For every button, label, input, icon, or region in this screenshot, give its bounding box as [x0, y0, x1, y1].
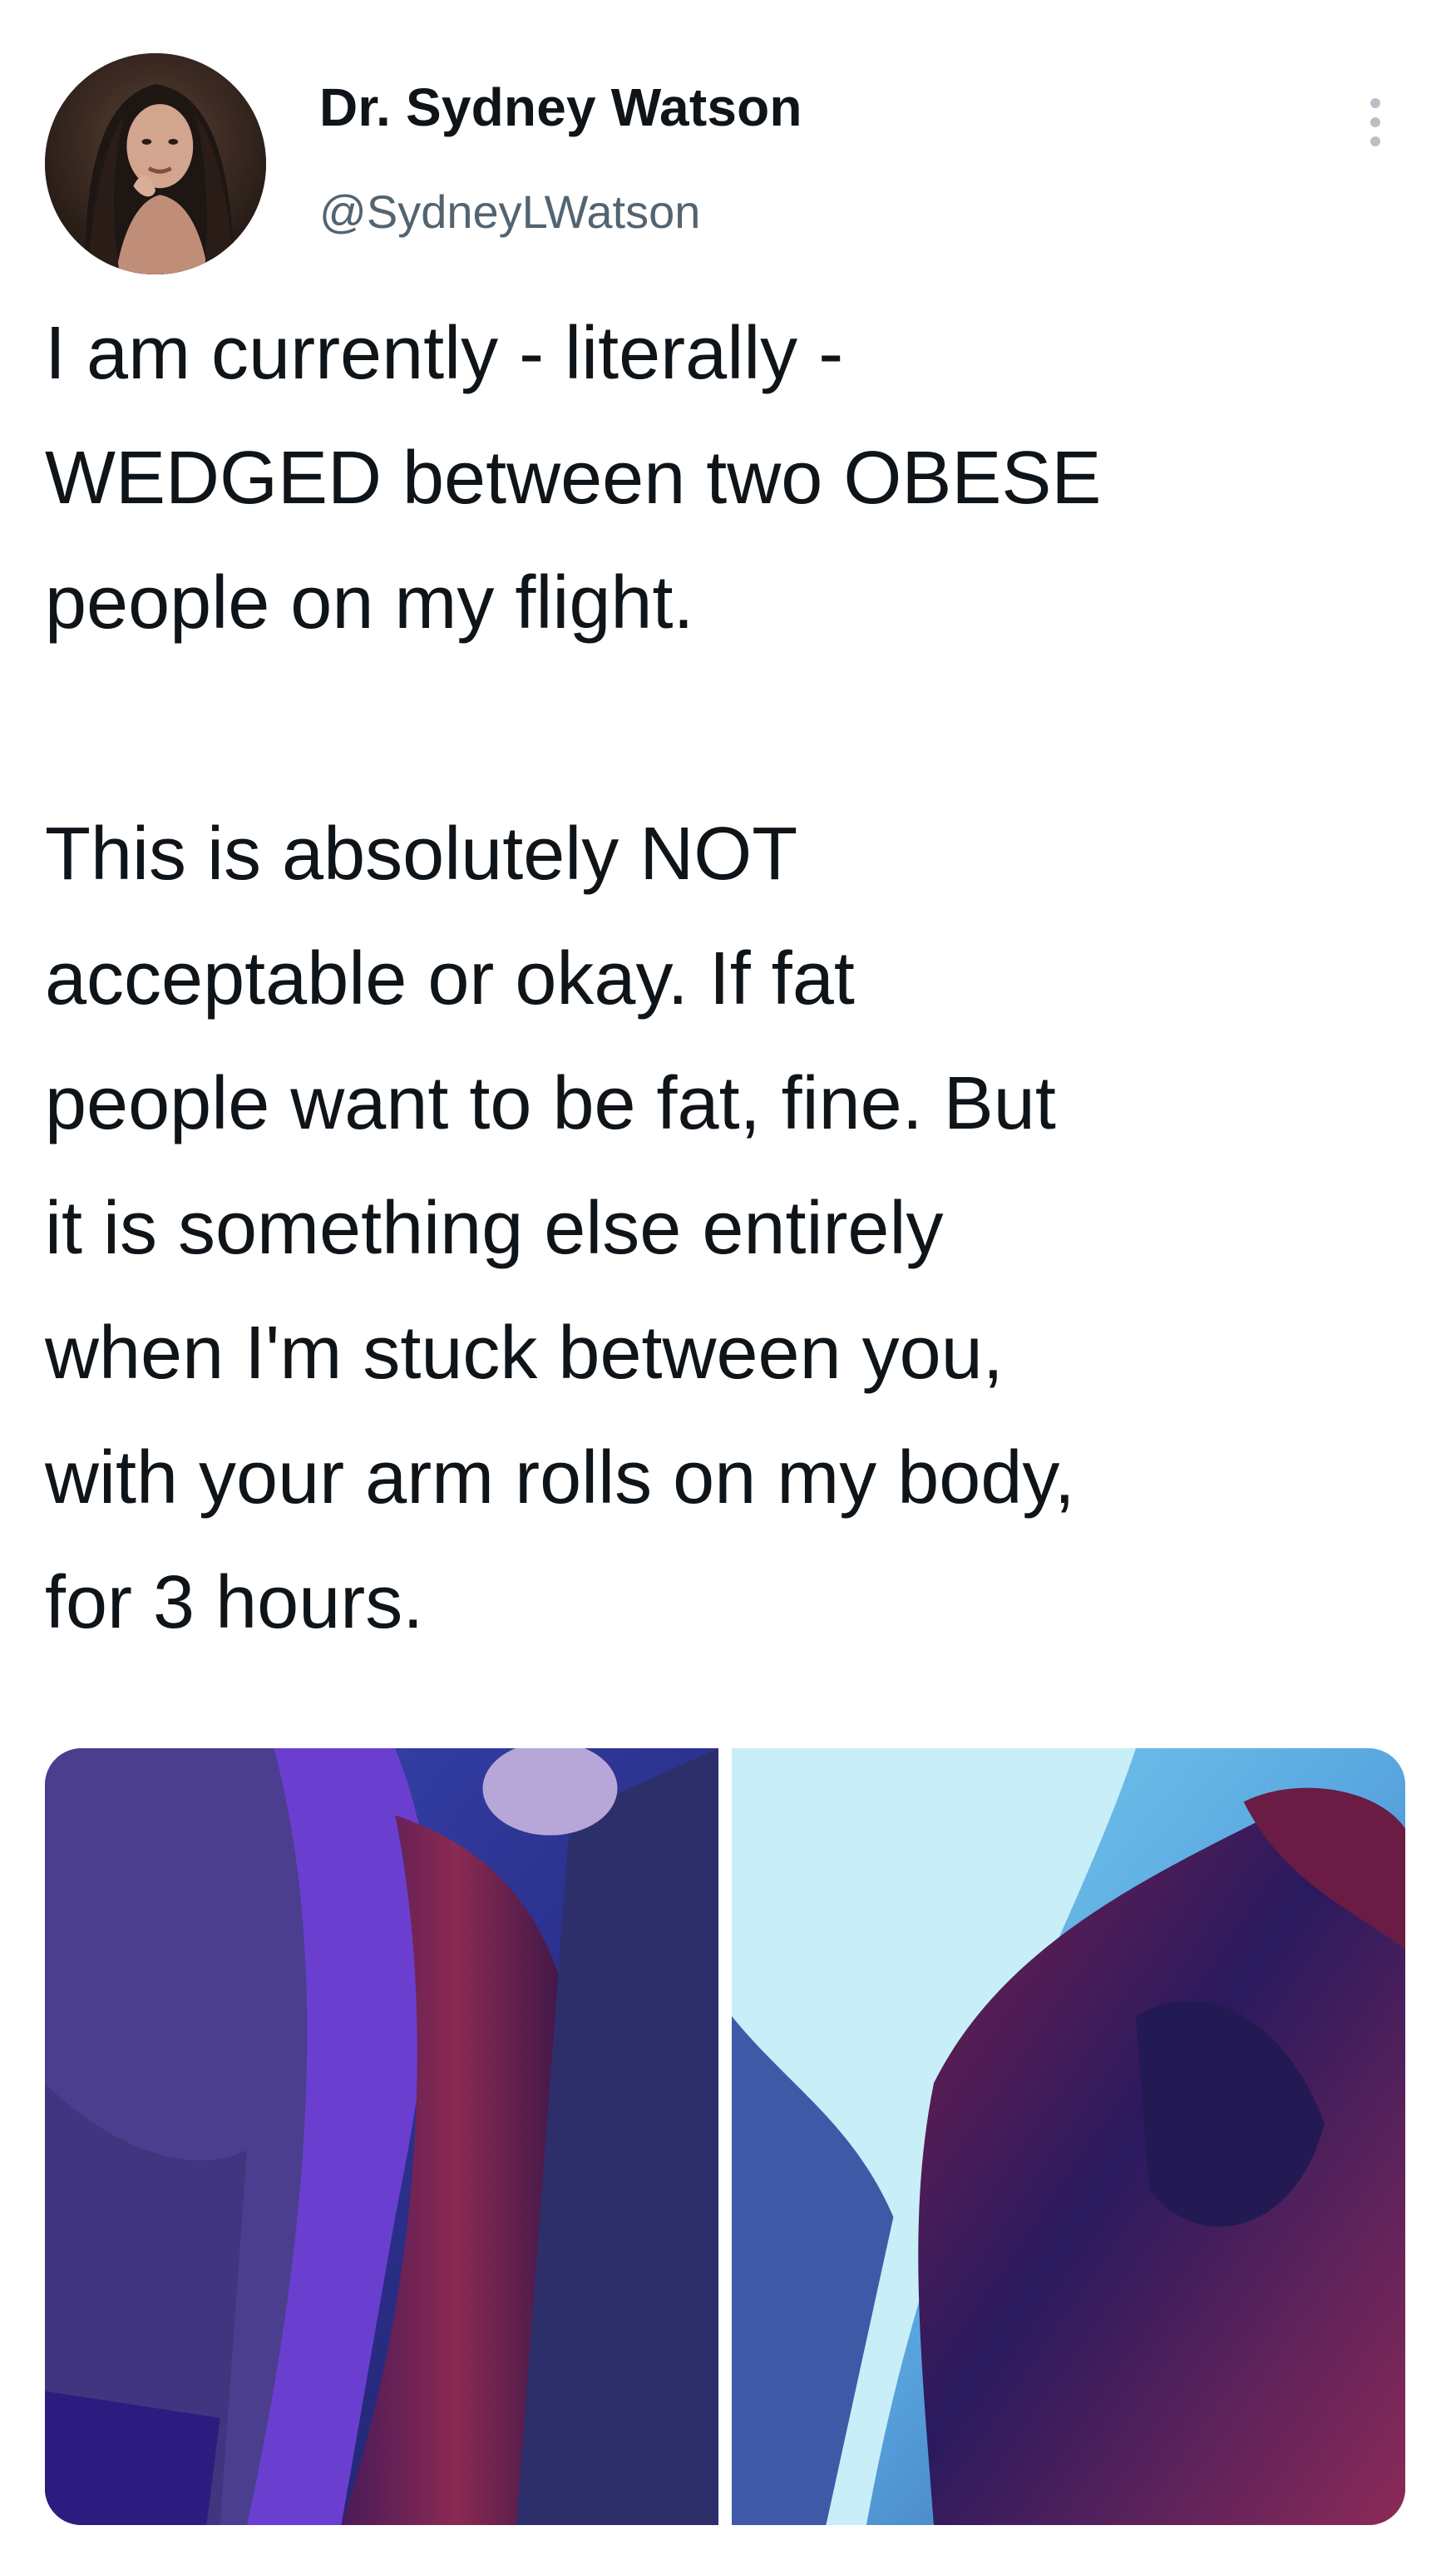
tweet-text: I am currently - literally - WEDGED betw…: [45, 291, 1409, 1665]
tweet-photo-2[interactable]: [732, 1748, 1405, 2525]
tweet-text-line: it is something else entirely: [45, 1187, 944, 1270]
tweet-text-line: WEDGED between two OBESE: [45, 437, 1102, 520]
more-options-icon[interactable]: [1357, 93, 1394, 151]
tweet-text-line: when I'm stuck between you,: [45, 1312, 1004, 1395]
tweet-text-line: for 3 hours.: [45, 1561, 424, 1644]
profile-photo-icon: [45, 53, 266, 274]
tweet-photo-1[interactable]: [45, 1748, 718, 2525]
airplane-seat-photo-2-icon: [732, 1748, 1405, 2525]
tweet-card: Dr. Sydney Watson @SydneyLWatson I am cu…: [0, 0, 1456, 2555]
airplane-seat-photo-1-icon: [45, 1748, 718, 2525]
tweet-media-grid: [45, 1748, 1405, 2525]
tweet-text-line: with your arm rolls on my body,: [45, 1436, 1075, 1520]
tweet-text-line: acceptable or okay. If fat: [45, 937, 855, 1021]
tweet-text-line: I am currently - literally -: [45, 312, 844, 395]
tweet-text-line: This is absolutely NOT: [45, 813, 798, 896]
avatar[interactable]: [45, 53, 266, 274]
tweet-text-line: people on my flight.: [45, 561, 694, 645]
author-handle[interactable]: @SydneyLWatson: [319, 185, 700, 239]
tweet-text-line: people want to be fat, fine. But: [45, 1062, 1056, 1145]
author-display-name[interactable]: Dr. Sydney Watson: [319, 77, 802, 138]
